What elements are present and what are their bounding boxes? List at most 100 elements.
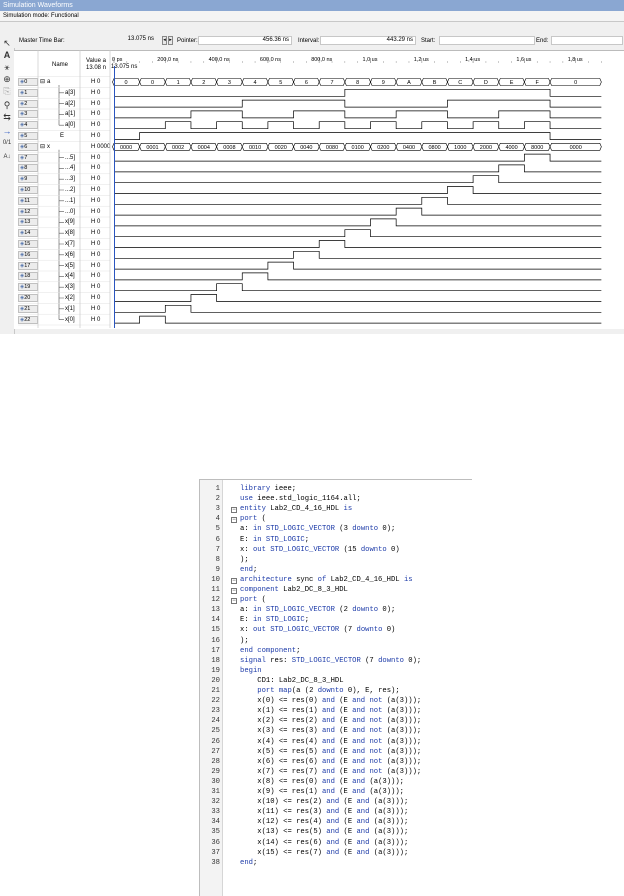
master-time-cursor[interactable] <box>114 66 115 328</box>
code-line[interactable]: x(5) <= res(5) and (E and not (a(3))); <box>240 748 421 756</box>
signal-waveform <box>114 207 602 216</box>
code-line[interactable]: E: in STD_LOGIC; <box>240 536 309 544</box>
code-line[interactable]: library ieee; <box>240 485 296 493</box>
signal-waveform <box>114 88 602 97</box>
bus-value-label: 0020 <box>275 145 287 151</box>
bus-value-label: 1000 <box>454 145 466 151</box>
bus-value-label: 0010 <box>249 145 261 151</box>
code-line[interactable]: x(6) <= res(6) and (E and not (a(3))); <box>240 758 421 766</box>
fold-toggle-icon[interactable]: − <box>231 577 237 584</box>
bus-value-label: 0800 <box>429 145 441 151</box>
line-number: 14 <box>211 616 220 625</box>
code-line[interactable]: x(2) <= res(2) and (E and not (a(3))); <box>240 717 421 725</box>
fold-toggle-icon[interactable]: − <box>231 507 237 514</box>
line-number: 22 <box>211 697 220 706</box>
code-line[interactable]: component Lab2_DC_8_3_HDL <box>240 586 348 594</box>
line-number: 38 <box>211 858 220 867</box>
line-number: 20 <box>211 676 220 685</box>
bus-value-label: A <box>407 80 411 86</box>
code-line[interactable]: x(11) <= res(3) and (E and (a(3))); <box>240 808 408 816</box>
line-number: 21 <box>211 687 220 695</box>
line-number: 11 <box>211 586 220 594</box>
line-number: 29 <box>211 767 220 776</box>
bus-value-label: 0000 <box>570 145 582 151</box>
line-number: 19 <box>211 666 220 675</box>
line-number: 28 <box>211 757 220 766</box>
code-line[interactable]: x(13) <= res(5) and (E and (a(3))); <box>240 828 408 836</box>
signal-waveform <box>114 272 602 281</box>
code-line[interactable]: end; <box>240 859 257 867</box>
fold-toggle-icon[interactable]: − <box>231 598 237 605</box>
code-line[interactable]: end; <box>240 566 257 574</box>
code-line[interactable]: entity Lab2_CD_4_16_HDL is <box>240 505 352 513</box>
code-line[interactable]: E: in STD_LOGIC; <box>240 616 309 624</box>
code-line[interactable]: x: out STD_LOGIC_VECTOR (7 downto 0) <box>240 626 395 634</box>
code-line[interactable]: x(7) <= res(7) and (E and not (a(3))); <box>240 768 421 776</box>
code-line[interactable]: a: in STD_LOGIC_VECTOR (3 downto 0); <box>240 525 395 533</box>
line-number: 6 <box>215 535 220 544</box>
code-line[interactable]: x(15) <= res(7) and (E and (a(3))); <box>240 849 408 857</box>
line-number: 33 <box>211 808 220 817</box>
code-line[interactable]: x: out STD_LOGIC_VECTOR (15 downto 0) <box>240 546 400 554</box>
fold-toggle-icon[interactable]: − <box>231 588 237 594</box>
signal-waveform <box>114 153 602 162</box>
code-line[interactable]: x(4) <= res(4) and (E and not (a(3))); <box>240 738 421 746</box>
code-line[interactable]: a: in STD_LOGIC_VECTOR (2 downto 0); <box>240 606 395 614</box>
code-line[interactable]: x(14) <= res(6) and (E and (a(3))); <box>240 839 408 847</box>
bus-value-label: 8 <box>356 80 359 86</box>
code-line[interactable]: use ieee.std_logic_1164.all; <box>240 495 361 503</box>
line-number: 8 <box>215 555 220 564</box>
line-number: 26 <box>211 737 220 746</box>
bus-value-label: C <box>458 80 462 86</box>
code-line[interactable]: port ( <box>240 515 266 523</box>
line-number: 32 <box>211 798 220 807</box>
bus-value-label: 0100 <box>352 145 364 151</box>
line-number: 16 <box>211 636 220 645</box>
signal-waveform <box>114 175 602 184</box>
signal-waveform <box>114 283 602 292</box>
signal-waveform <box>114 121 602 130</box>
line-number: 1 <box>215 485 220 493</box>
line-number: 9 <box>215 565 220 574</box>
bus-value-label: 4 <box>254 80 257 86</box>
signal-waveform <box>114 110 602 119</box>
code-line[interactable]: x(8) <= res(0) and (E and (a(3))); <box>240 778 404 786</box>
code-line[interactable]: end component; <box>240 647 300 655</box>
vhdl-code-editor[interactable]: 1 2 3 4 5 6 7 8 9 10 11 12 13 14 15 16 17 18 19 20 21 22 23 24 2… <box>199 479 472 896</box>
line-number: 15 <box>211 626 220 635</box>
line-number: 24 <box>211 717 220 726</box>
signal-waveform <box>114 304 602 313</box>
code-line[interactable]: x(12) <= res(4) and (E and (a(3))); <box>240 818 408 826</box>
code-line[interactable]: signal res: STD_LOGIC_VECTOR (7 downto 0… <box>240 657 421 665</box>
bus-value-label: 0 <box>125 80 128 86</box>
bus-value-label: 0008 <box>223 145 235 151</box>
code-line[interactable]: ); <box>240 637 249 645</box>
signal-waveform <box>114 218 602 227</box>
line-number: 13 <box>211 606 220 615</box>
code-line[interactable]: port map(a (2 downto 0), E, res); <box>240 687 399 695</box>
bus-value-label: 0400 <box>403 145 415 151</box>
line-number-gutter: 1 2 3 4 5 6 7 8 9 10 11 12 13 14 15 16 17 18 19 20 21 22 23 24 2… <box>200 480 223 896</box>
code-line[interactable]: x(0) <= res(0) and (E and not (a(3))); <box>240 697 421 705</box>
code-line[interactable]: ); <box>240 556 249 564</box>
line-number: 30 <box>211 777 220 786</box>
code-line[interactable]: architecture sync of Lab2_CD_4_16_HDL is <box>240 576 413 584</box>
code-line[interactable]: begin <box>240 667 262 675</box>
bus-value-label: 9 <box>382 80 385 86</box>
bus-value-label: F <box>536 80 540 86</box>
code-line[interactable]: x(1) <= res(1) and (E and not (a(3))); <box>240 707 421 715</box>
line-number: 36 <box>211 838 220 847</box>
line-number: 25 <box>211 727 220 736</box>
code-line[interactable]: x(3) <= res(3) and (E and not (a(3))); <box>240 727 421 735</box>
signal-waveform <box>114 250 602 259</box>
code-line[interactable]: x(10) <= res(2) and (E and (a(3))); <box>240 798 408 806</box>
bus-value-label: 7 <box>330 80 333 86</box>
line-number: 18 <box>211 656 220 665</box>
code-line[interactable]: port ( <box>240 596 266 604</box>
line-number: 2 <box>215 495 220 504</box>
code-line[interactable]: x(9) <= res(1) and (E and (a(3))); <box>240 788 404 796</box>
waveform-window: Simulation Waveforms Simulation mode: Fu… <box>0 0 624 334</box>
bus-value-label: 0040 <box>300 145 312 151</box>
fold-toggle-icon[interactable]: − <box>231 517 237 524</box>
code-line[interactable]: CD1: Lab2_DC_8_3_HDL <box>240 677 343 685</box>
